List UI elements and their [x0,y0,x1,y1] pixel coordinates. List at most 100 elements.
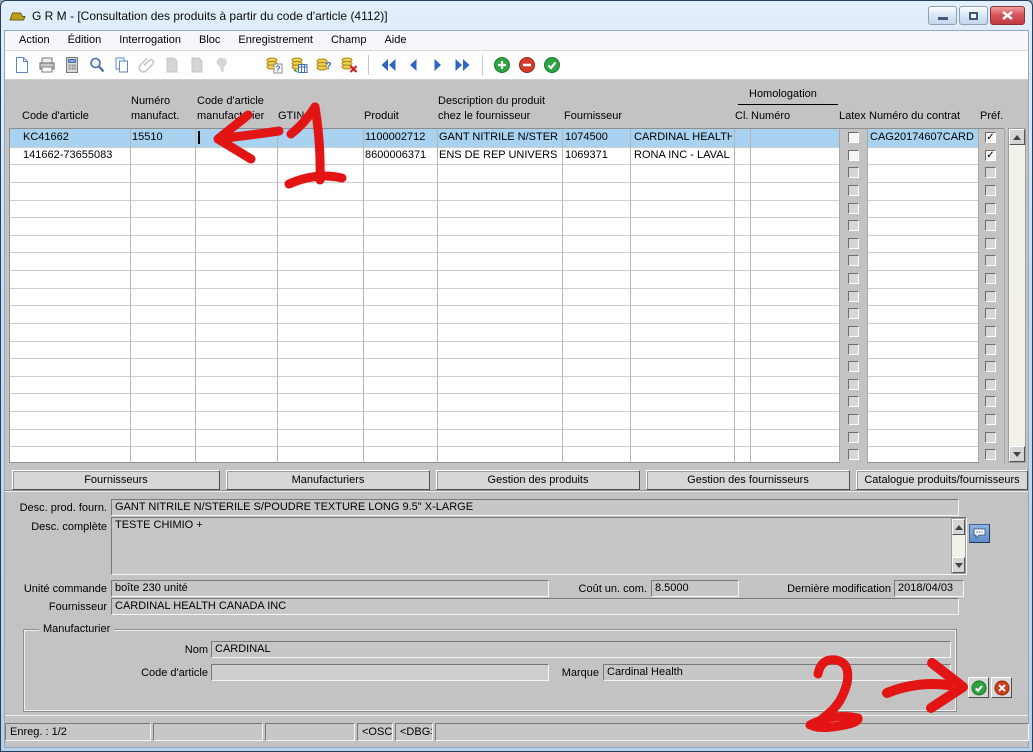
execute-query-button[interactable] [288,54,310,76]
pref-checkbox[interactable] [985,308,996,319]
count-query-button[interactable]: ? [313,54,335,76]
pref-checkbox[interactable] [985,414,996,425]
key-button[interactable] [211,54,233,76]
pref-checkbox[interactable] [985,291,996,302]
cancel-button[interactable] [991,677,1012,698]
pref-checkbox[interactable] [985,273,996,284]
pref-checkbox[interactable] [985,379,996,390]
latex-checkbox[interactable] [848,361,859,372]
cout-un-com-field[interactable]: 8.5000 [651,580,739,597]
next-record-button[interactable] [427,54,449,76]
pref-checkbox[interactable] [985,220,996,231]
last-record-button[interactable] [452,54,474,76]
first-record-button[interactable] [377,54,399,76]
cell-code_article: KC41662 [23,130,127,146]
col-header-pref: Préf. [980,110,1003,122]
pref-checkbox[interactable] [985,361,996,372]
latex-checkbox[interactable] [848,379,859,390]
fournisseur-field[interactable]: CARDINAL HEALTH CANADA INC [111,598,959,615]
scroll-up-button[interactable] [1009,129,1025,145]
calculator-button[interactable] [61,54,83,76]
scroll-down-button[interactable] [952,557,965,573]
desc-complete-textarea[interactable]: TESTE CHIMIO + [111,517,967,575]
menu-item-bloc[interactable]: Bloc [190,31,229,50]
cell-code_article: 141662-73655083 [23,148,127,164]
pref-checkbox[interactable] [985,167,996,178]
latex-checkbox[interactable] [848,220,859,231]
latex-checkbox[interactable] [848,238,859,249]
print-button[interactable] [36,54,58,76]
nav-button-manufacturiers[interactable]: Manufacturiers [226,470,430,490]
desc-prod-fourn-field[interactable]: GANT NITRILE N/STERILE S/POUDRE TEXTURE … [111,499,959,516]
menu-item-dition[interactable]: Édition [59,31,111,50]
pref-checkbox[interactable] [985,449,996,460]
comment-button[interactable] [969,524,990,543]
nav-button-gestion-des-fournisseurs[interactable]: Gestion des fournisseurs [646,470,850,490]
pref-checkbox[interactable] [985,255,996,266]
pref-checkbox[interactable] [985,432,996,443]
menu-item-enregistrement[interactable]: Enregistrement [229,31,322,50]
manuf-code-article-label: Code d'article [60,667,208,679]
new-document-button[interactable] [11,54,33,76]
text-caret [198,131,200,144]
nav-button-catalogue-produits-fournisseurs[interactable]: Catalogue produits/fournisseurs [856,470,1028,490]
pref-checkbox[interactable] [985,344,996,355]
latex-checkbox[interactable] [848,326,859,337]
nom-label: Nom [105,644,208,656]
unite-commande-field[interactable]: boîte 230 unité [111,580,549,597]
scroll-down-button[interactable] [1009,446,1025,462]
pref-checkbox[interactable]: ✓ [985,150,996,161]
manuf-code-article-field[interactable] [211,664,549,681]
latex-checkbox[interactable] [848,344,859,355]
minimize-button[interactable] [928,6,957,25]
pref-checkbox[interactable] [985,396,996,407]
pref-checkbox[interactable] [985,185,996,196]
search-button[interactable] [86,54,108,76]
pref-checkbox[interactable] [985,326,996,337]
insert-record-button[interactable] [491,54,513,76]
menu-item-action[interactable]: Action [10,31,59,50]
commit-button[interactable] [541,54,563,76]
pref-checkbox[interactable] [985,238,996,249]
attach-button[interactable] [136,54,158,76]
nom-field[interactable]: CARDINAL [211,641,951,658]
scroll-up-button[interactable] [952,519,965,535]
latex-checkbox[interactable] [848,203,859,214]
accept-button[interactable] [968,677,989,698]
pref-checkbox[interactable] [985,203,996,214]
latex-checkbox[interactable] [848,308,859,319]
table-scrollbar[interactable] [1008,128,1026,463]
page-down-button[interactable] [186,54,208,76]
latex-checkbox[interactable] [848,414,859,425]
latex-checkbox[interactable] [848,449,859,460]
delete-record-button[interactable] [516,54,538,76]
latex-checkbox[interactable] [848,255,859,266]
latex-checkbox[interactable] [848,185,859,196]
latex-checkbox[interactable] [848,167,859,178]
latex-checkbox[interactable] [848,432,859,443]
menu-item-interrogation[interactable]: Interrogation [110,31,190,50]
enter-query-button[interactable]: ? [263,54,285,76]
menu-item-aide[interactable]: Aide [375,31,415,50]
restore-button[interactable] [959,6,988,25]
latex-checkbox[interactable] [848,291,859,302]
latex-checkbox[interactable] [848,132,859,143]
close-button[interactable] [990,6,1025,25]
latex-checkbox[interactable] [848,396,859,407]
menu-item-champ[interactable]: Champ [322,31,375,50]
marque-field[interactable]: Cardinal Health [603,664,951,681]
nav-button-gestion-des-produits[interactable]: Gestion des produits [436,470,640,490]
copy-button[interactable] [111,54,133,76]
cancel-query-button[interactable] [338,54,360,76]
latex-checkbox[interactable] [848,273,859,284]
desc-complete-scrollbar[interactable] [951,518,966,574]
previous-record-button[interactable] [402,54,424,76]
delete-record-icon [518,56,536,74]
enter-query-icon: ? [265,56,283,74]
latex-checkbox[interactable] [848,150,859,161]
nav-button-fournisseurs[interactable]: Fournisseurs [12,470,220,490]
col-header-description: chez le fournisseur [438,110,530,122]
derniere-modification-field[interactable]: 2018/04/03 [894,580,964,597]
pref-checkbox[interactable]: ✓ [985,132,996,143]
page-up-button[interactable] [161,54,183,76]
